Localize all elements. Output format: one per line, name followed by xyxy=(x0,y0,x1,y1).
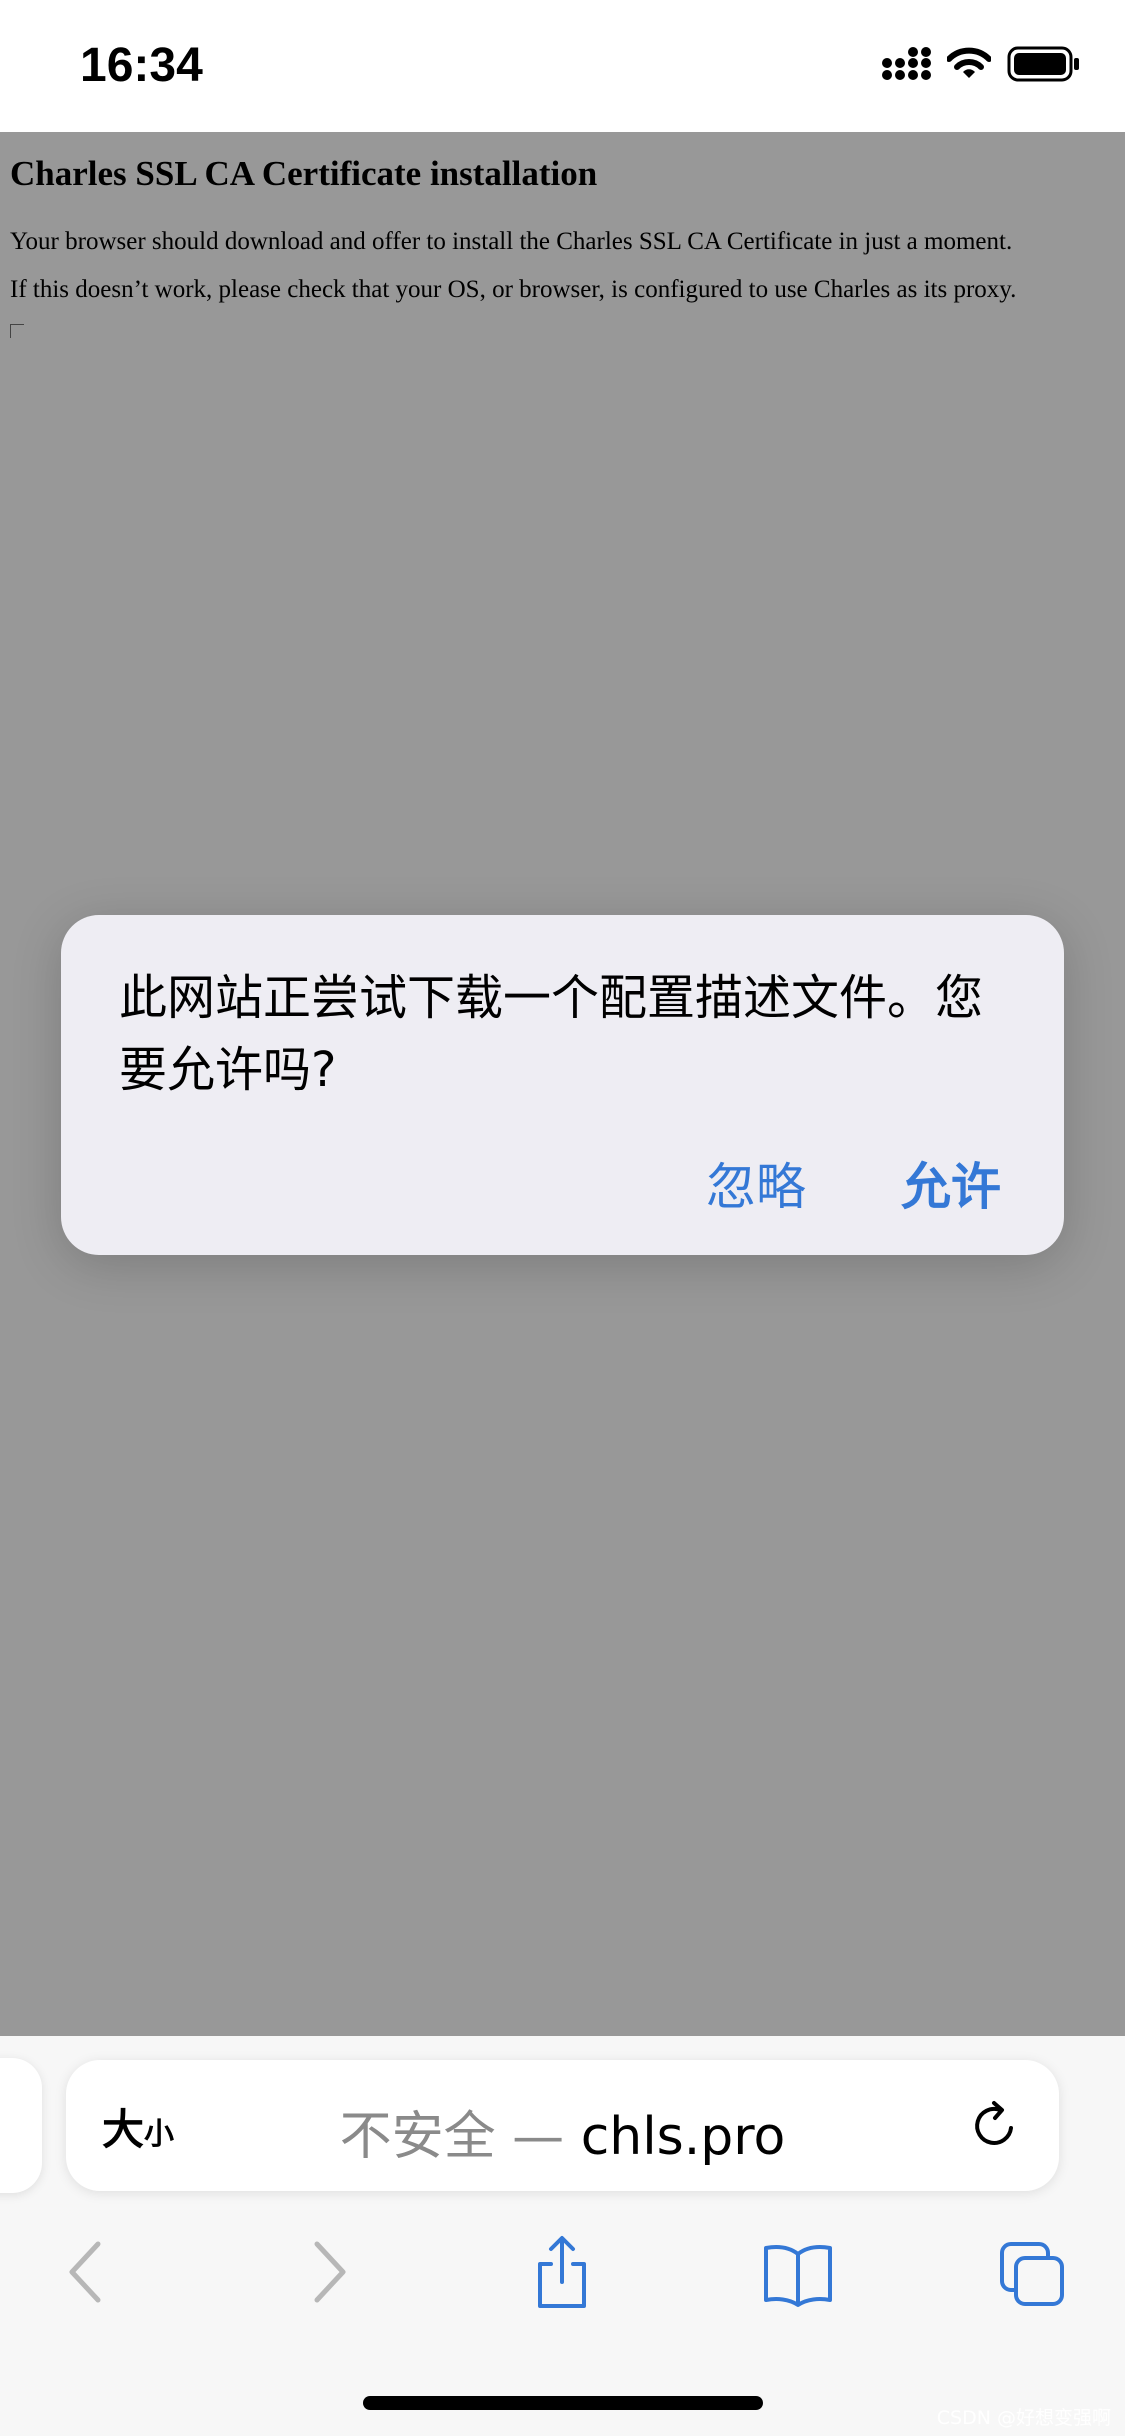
ignore-button[interactable]: 忽略 xyxy=(706,1147,806,1219)
url-domain: chls.pro xyxy=(580,2107,786,2167)
battery-icon xyxy=(1007,46,1079,82)
wifi-icon xyxy=(947,47,991,78)
page-title: Charles SSL CA Certificate installation xyxy=(10,154,598,193)
watermark: CSDN @好想变强啊 xyxy=(936,2407,1111,2429)
url-display[interactable]: 不安全 — chls.pro xyxy=(66,2094,1059,2169)
forward-icon[interactable] xyxy=(295,2234,365,2310)
page-paragraph-1: Your browser should download and offer t… xyxy=(10,228,1013,255)
status-time: 16:34 xyxy=(80,39,203,92)
broken-image-icon xyxy=(10,324,24,338)
alert-message: 此网站正尝试下载一个配置描述文件。您要允许吗? xyxy=(119,970,984,1098)
previous-tab-preview[interactable] xyxy=(0,2058,42,2193)
allow-button[interactable]: 允许 xyxy=(901,1147,1001,1219)
download-profile-alert: 此网站正尝试下载一个配置描述文件。您要允许吗? 忽略 允许 xyxy=(61,915,1064,1255)
share-icon[interactable] xyxy=(527,2234,597,2310)
reload-icon[interactable] xyxy=(967,2098,1023,2154)
page-paragraph-2: If this doesn’t work, please check that … xyxy=(10,276,1017,303)
back-icon[interactable] xyxy=(50,2234,120,2310)
tabs-icon[interactable] xyxy=(998,2234,1068,2310)
bookmarks-icon[interactable] xyxy=(763,2234,833,2310)
status-bar: 16:34 xyxy=(0,0,1125,132)
address-bar[interactable]: 大小 不安全 — chls.pro xyxy=(66,2060,1059,2191)
status-icons xyxy=(881,46,1081,82)
url-separator: — xyxy=(495,2107,581,2167)
home-indicator xyxy=(363,2396,763,2410)
cellular-signal-icon xyxy=(882,47,931,80)
safari-bottom-bar: 大小 不安全 — chls.pro xyxy=(0,2036,1125,2436)
insecure-label: 不安全 xyxy=(339,2107,496,2167)
